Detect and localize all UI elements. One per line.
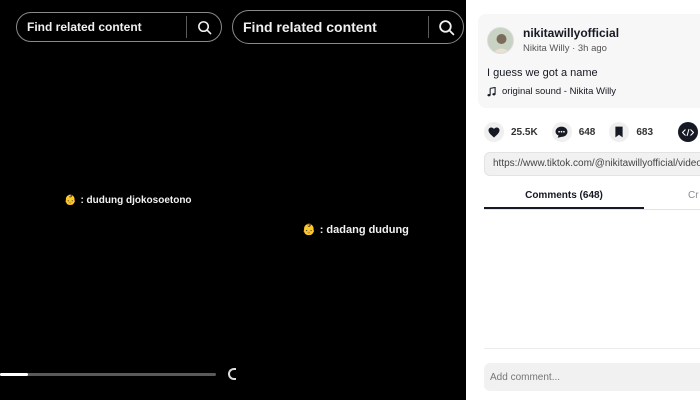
baby-emoji-icon: 👶 [302,224,316,236]
baby-emoji-icon: 👶 [64,195,77,206]
progress-handle[interactable] [228,368,236,380]
divider [484,348,700,349]
comments-list[interactable] [484,212,700,348]
bookmark-icon [615,126,623,138]
post-info-card: nikitawillyofficial Nikita Willy · 3h ag… [478,14,700,108]
tab-bar: Comments (648) Cr [484,184,700,210]
action-bar: 25.5K 648 683 [484,121,700,143]
username-link[interactable]: nikitawillyofficial [523,26,619,40]
tab-creator-videos[interactable]: Cr [644,184,700,209]
video-caption: 👶 : dadang dudung [302,223,409,237]
avatar-image-icon [488,28,513,53]
search-button[interactable] [429,13,463,41]
video-caption: 👶 : dudung djokosoetono [64,195,192,206]
search-bar [232,10,464,44]
sound-name: original sound - Nikita Willy [502,86,617,97]
save-button[interactable]: 683 [609,122,653,142]
search-input[interactable] [233,19,413,35]
video-progress-bar[interactable] [0,373,216,376]
post-description: I guess we got a name [487,67,598,79]
caption-text: : dudung djokosoetono [80,195,192,206]
save-count: 683 [636,126,654,138]
tab-comments[interactable]: Comments (648) [484,184,644,209]
embed-code-icon [682,128,694,136]
like-count: 25.5K [511,126,538,138]
search-button[interactable] [187,13,221,41]
search-icon [438,19,454,35]
search-bar [16,12,222,42]
comment-icon [555,126,568,138]
avatar[interactable] [487,27,514,54]
heart-icon [488,127,500,137]
comment-button[interactable]: 648 [551,122,596,142]
video-progress-fill [0,373,29,376]
search-input[interactable] [17,20,177,34]
comment-input[interactable] [484,363,700,391]
embed-button[interactable] [678,122,698,142]
like-button[interactable]: 25.5K [484,122,538,142]
video-player-right[interactable] [230,0,466,400]
post-details-panel: nikitawillyofficial Nikita Willy · 3h ag… [466,0,700,400]
post-meta: Nikita Willy · 3h ago [523,43,607,54]
search-icon [197,20,211,34]
sound-link[interactable]: original sound - Nikita Willy [487,86,616,97]
comment-count: 648 [578,126,596,138]
music-note-icon [487,86,496,96]
video-player-left[interactable]: 👶 : dudung djokosoetono [0,0,230,400]
video-link-field[interactable]: https://www.tiktok.com/@nikitawillyoffic… [484,152,700,176]
caption-text: : dadang dudung [319,223,409,236]
